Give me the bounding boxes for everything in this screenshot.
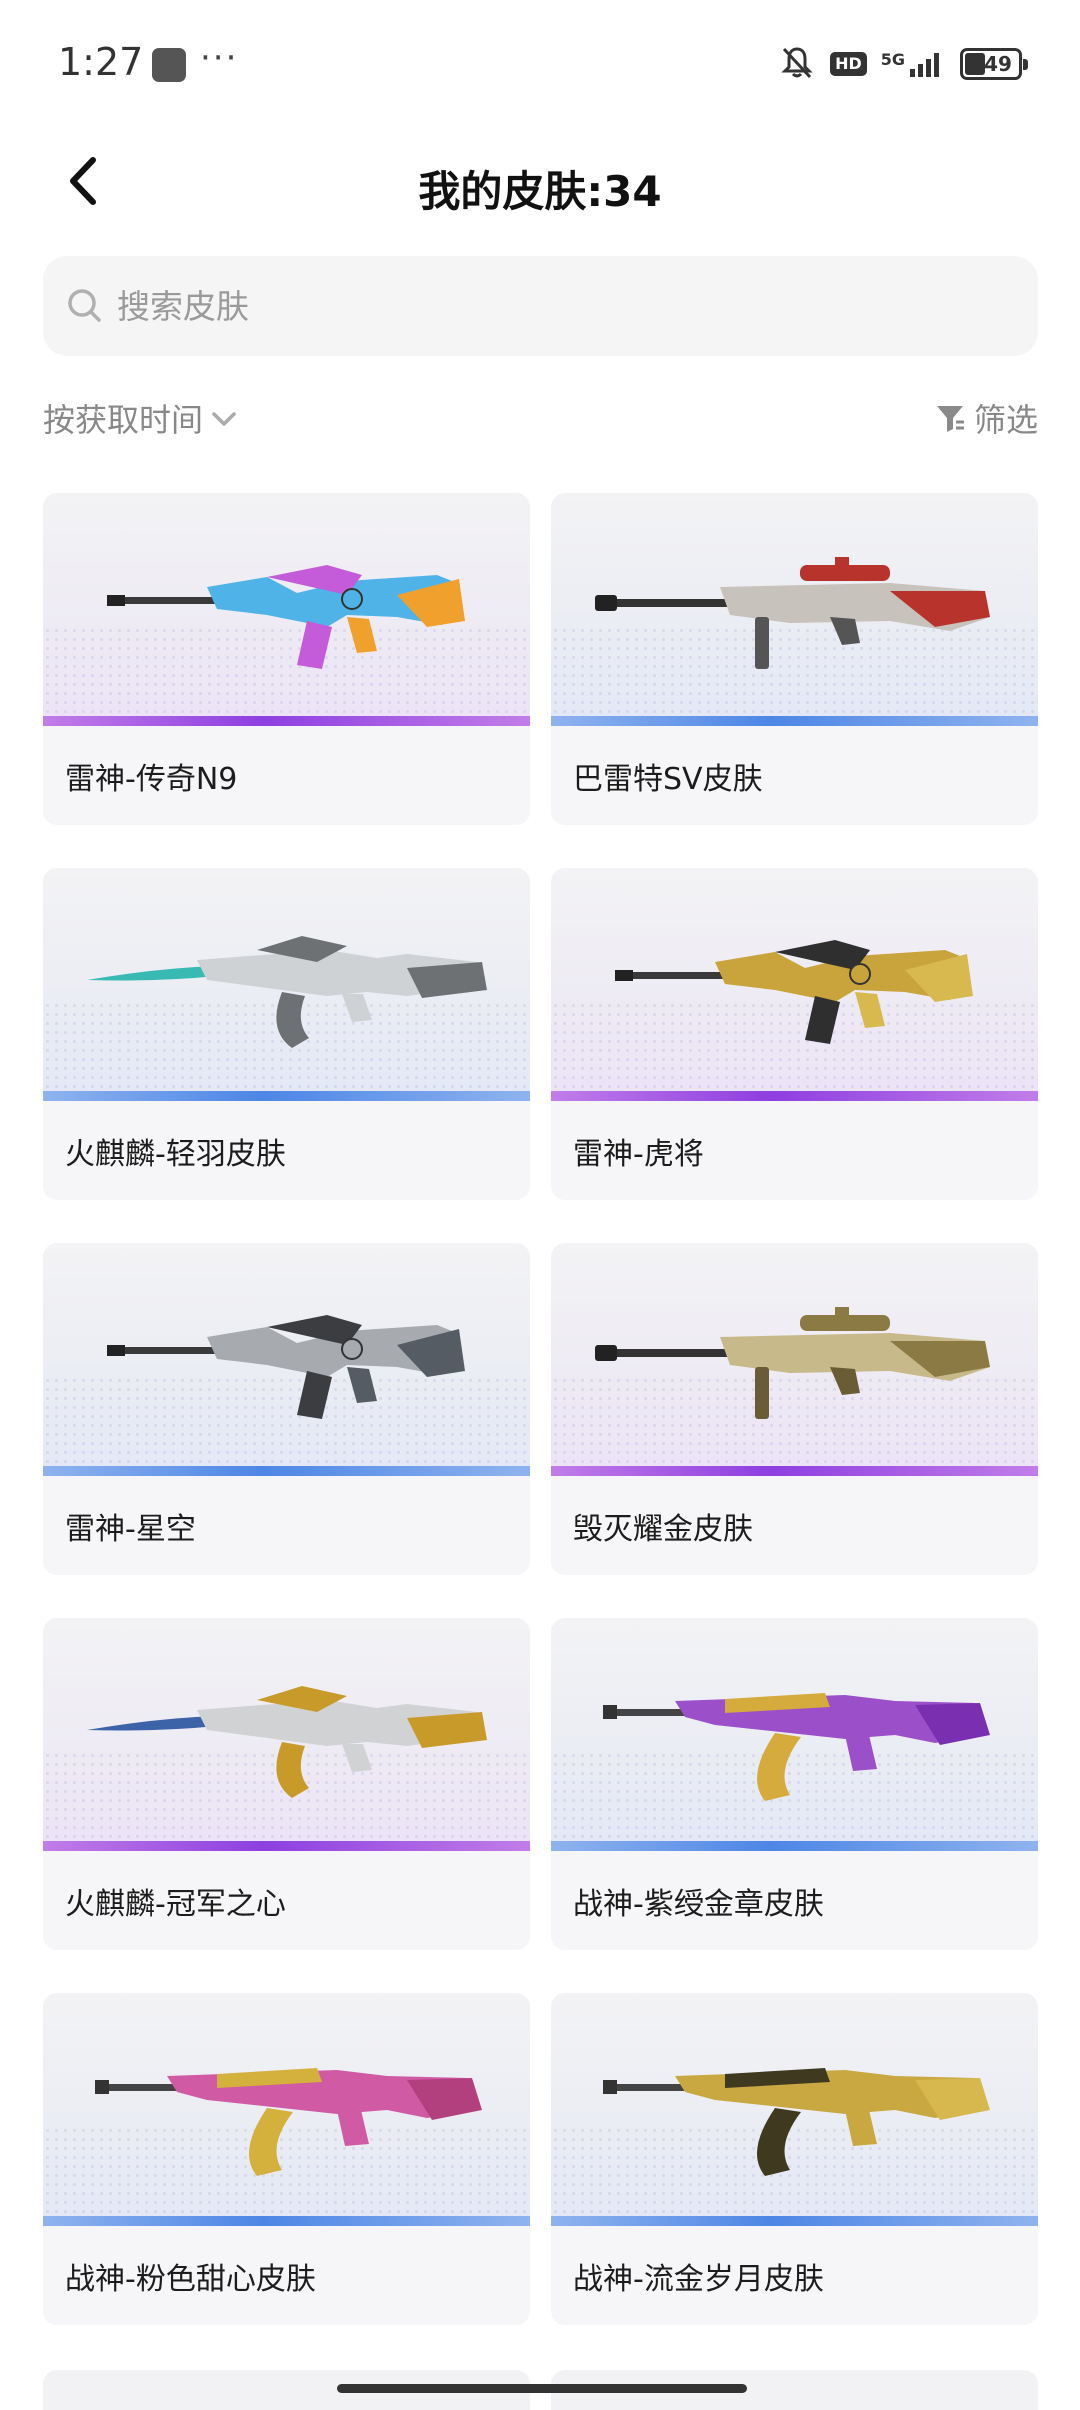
skin-card[interactable]: 雷神-传奇N9 bbox=[43, 493, 530, 825]
status-bar: 1:27 ··· HD 5G 49 bbox=[0, 0, 1080, 130]
hd-badge: HD bbox=[830, 52, 867, 76]
weapon-image bbox=[43, 1618, 530, 1851]
skin-name: 雷神-虎将 bbox=[551, 1101, 1038, 1200]
skin-card[interactable]: 雷神-星空 bbox=[43, 1243, 530, 1575]
skin-card[interactable]: 战神-紫绶金章皮肤 bbox=[551, 1618, 1038, 1950]
weapon-image bbox=[43, 1243, 530, 1476]
skin-name: 毁灭耀金皮肤 bbox=[551, 1476, 1038, 1575]
app-notification-icon bbox=[152, 48, 186, 82]
sniper-weapon-icon bbox=[594, 556, 990, 669]
home-indicator[interactable] bbox=[337, 2384, 747, 2393]
skin-card[interactable]: 巴雷特SV皮肤 bbox=[551, 493, 1038, 825]
sort-label: 按获取时间 bbox=[43, 401, 204, 439]
sort-dropdown[interactable]: 按获取时间 bbox=[43, 395, 239, 441]
skin-card[interactable]: 雷神-虎将 bbox=[551, 868, 1038, 1200]
skin-name: 雷神-传奇N9 bbox=[43, 726, 530, 825]
skin-name: 巴雷特SV皮肤 bbox=[551, 726, 1038, 825]
skin-name: 雷神-星空 bbox=[43, 1476, 530, 1575]
rifle-m4-weapon-icon bbox=[106, 1314, 465, 1419]
rarity-bar bbox=[551, 2216, 1038, 2226]
page-title: 我的皮肤:34 bbox=[418, 167, 662, 216]
more-notifications-icon: ··· bbox=[200, 38, 239, 78]
weapon-image bbox=[551, 868, 1038, 1101]
weapon-image bbox=[551, 1993, 1038, 2226]
ak-blade-weapon-icon bbox=[86, 935, 487, 1048]
filter-button[interactable]: 筛选 bbox=[934, 395, 1038, 441]
skin-card[interactable]: 毁灭耀金皮肤 bbox=[551, 1243, 1038, 1575]
rifle-m4-weapon-icon bbox=[106, 564, 465, 669]
search-box[interactable] bbox=[43, 256, 1038, 356]
rarity-bar bbox=[43, 1466, 530, 1476]
skin-name: 战神-粉色甜心皮肤 bbox=[43, 2226, 530, 2325]
ak-blade-weapon-icon bbox=[86, 1685, 487, 1798]
chevron-down-icon bbox=[212, 412, 236, 426]
search-icon bbox=[68, 289, 101, 322]
skin-card[interactable]: 战神-流金岁月皮肤 bbox=[551, 1993, 1038, 2325]
rarity-bar bbox=[43, 1841, 530, 1851]
weapon-image bbox=[551, 1243, 1038, 1476]
status-time: 1:27 bbox=[58, 40, 144, 84]
weapon-image bbox=[43, 493, 530, 726]
network-type: 5G bbox=[880, 50, 905, 69]
rarity-bar bbox=[551, 716, 1038, 726]
rifle-m4-weapon-icon bbox=[614, 939, 973, 1044]
mute-bell-icon bbox=[778, 43, 816, 85]
weapon-image bbox=[43, 1993, 530, 2226]
weapon-image bbox=[43, 868, 530, 1101]
sniper-weapon-icon bbox=[594, 1306, 990, 1419]
rarity-bar bbox=[551, 1091, 1038, 1101]
signal-icon: 5G bbox=[881, 49, 946, 79]
ak-weapon-icon bbox=[602, 2067, 990, 2176]
ak-weapon-icon bbox=[94, 2067, 482, 2176]
weapon-image bbox=[551, 1618, 1038, 1851]
battery-icon: 49 bbox=[960, 48, 1028, 80]
skin-card[interactable]: 战神-粉色甜心皮肤 bbox=[43, 1993, 530, 2325]
rarity-bar bbox=[551, 1466, 1038, 1476]
page-header: 我的皮肤:34 bbox=[0, 130, 1080, 250]
skin-grid: 雷神-传奇N9 巴雷特SV皮肤 火麒麟-轻羽皮肤 雷神-虎将 雷神-星空 毁灭耀… bbox=[43, 493, 1038, 2325]
status-indicators: HD 5G 49 bbox=[778, 42, 1028, 86]
sort-filter-row: 按获取时间 筛选 bbox=[43, 395, 1038, 451]
ak-weapon-icon bbox=[602, 1692, 990, 1801]
skin-name: 战神-流金岁月皮肤 bbox=[551, 2226, 1038, 2325]
skin-card[interactable]: 火麒麟-轻羽皮肤 bbox=[43, 868, 530, 1200]
skin-name: 火麒麟-轻羽皮肤 bbox=[43, 1101, 530, 1200]
skin-card[interactable]: 火麒麟-冠军之心 bbox=[43, 1618, 530, 1950]
battery-level: 49 bbox=[984, 52, 1012, 76]
rarity-bar bbox=[43, 716, 530, 726]
search-input[interactable] bbox=[117, 286, 967, 326]
rarity-bar bbox=[551, 1841, 1038, 1851]
filter-icon bbox=[936, 406, 964, 432]
filter-label: 筛选 bbox=[973, 401, 1038, 439]
weapon-image bbox=[551, 493, 1038, 726]
skin-name: 火麒麟-冠军之心 bbox=[43, 1851, 530, 1950]
rarity-bar bbox=[43, 1091, 530, 1101]
skin-name: 战神-紫绶金章皮肤 bbox=[551, 1851, 1038, 1950]
rarity-bar bbox=[43, 2216, 530, 2226]
